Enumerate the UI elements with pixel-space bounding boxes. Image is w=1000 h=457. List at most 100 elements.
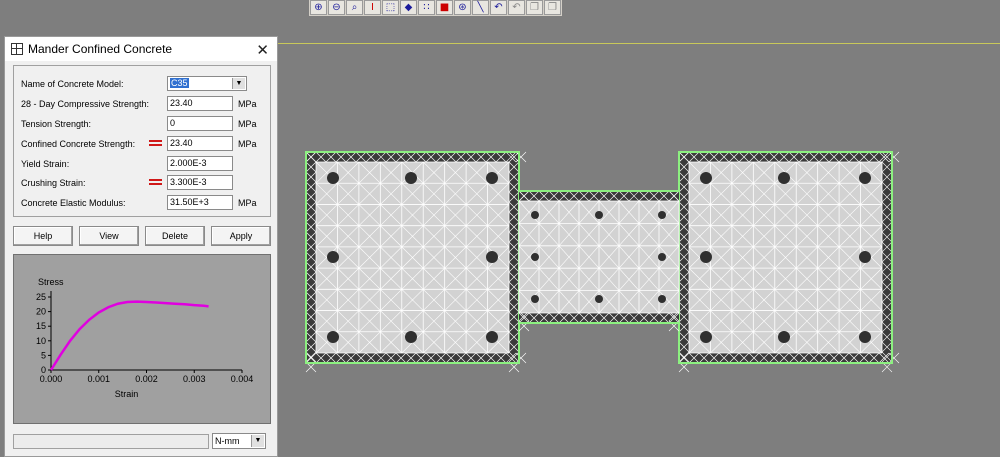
model-label: Name of Concrete Model: bbox=[21, 79, 124, 89]
rebar bbox=[327, 251, 339, 263]
rebar bbox=[700, 172, 712, 184]
rebar bbox=[486, 251, 498, 263]
yield-row: Yield Strain: 2.000E-3 bbox=[14, 155, 270, 175]
yield-input[interactable]: 2.000E-3 bbox=[167, 156, 233, 171]
confined-input[interactable]: 23.40 bbox=[167, 136, 233, 151]
bars-icon[interactable]: ⊛ bbox=[454, 0, 471, 15]
rebar bbox=[486, 331, 498, 343]
chart-svg: 05101520250.000 0.001 0.002 0.003 0.004Stres… bbox=[36, 277, 254, 399]
delete-button[interactable]: Delete bbox=[145, 226, 205, 246]
rebar bbox=[778, 172, 790, 184]
copy-icon[interactable]: ❐ bbox=[526, 0, 543, 15]
x-axis-label: Strain bbox=[115, 389, 139, 399]
rebar bbox=[658, 211, 666, 219]
confined-row: Confined Concrete Strength: 23.40 MPa bbox=[14, 135, 270, 155]
chevron-down-icon[interactable]: ▼ bbox=[251, 435, 264, 447]
arc-icon[interactable]: ↶ bbox=[490, 0, 507, 15]
crushing-row: Crushing Strain: 3.300E-3 bbox=[14, 174, 270, 194]
tension-unit: MPa bbox=[238, 119, 257, 129]
modulus-row: Concrete Elastic Modulus: 31.50E+3 MPa bbox=[14, 194, 270, 214]
tension-row: Tension Strength: 0 MPa bbox=[14, 115, 270, 135]
model-value: C35 bbox=[170, 78, 189, 88]
shape-icon[interactable]: ◆ bbox=[400, 0, 417, 15]
rebar bbox=[658, 295, 666, 303]
equals-icon[interactable] bbox=[149, 138, 162, 150]
title-bar[interactable]: Mander Confined Concrete ✕ bbox=[5, 37, 277, 61]
equals-icon[interactable] bbox=[149, 177, 162, 189]
line-icon[interactable]: ╲ bbox=[472, 0, 489, 15]
x-tick-label: 0.001 bbox=[87, 374, 110, 384]
modulus-label: Concrete Elastic Modulus: bbox=[21, 198, 126, 208]
units-select[interactable]: N-mm ▼ bbox=[212, 433, 266, 449]
compressive-unit: MPa bbox=[238, 99, 257, 109]
rebar bbox=[486, 172, 498, 184]
dialog-title: Mander Confined Concrete bbox=[28, 42, 173, 56]
view-button[interactable]: View bbox=[79, 226, 139, 246]
confined-label: Confined Concrete Strength: bbox=[21, 139, 136, 149]
zoom-out-icon[interactable]: ⊖ bbox=[328, 0, 345, 15]
rebar bbox=[327, 331, 339, 343]
undo-icon[interactable]: ↶ bbox=[508, 0, 525, 15]
window-icon bbox=[11, 43, 23, 55]
rebar bbox=[531, 295, 539, 303]
stress-strain-chart: 0 5 10 15 20 25 0.000 0.001 0.002 0.003 0.004 Stres… bbox=[13, 254, 271, 424]
x-tick-label: 0.000 bbox=[40, 374, 63, 384]
rebar bbox=[405, 172, 417, 184]
model-select[interactable]: C35 ▼ bbox=[167, 76, 247, 91]
units-value: N-mm bbox=[215, 436, 240, 446]
stress-strain-series-line bbox=[49, 300, 209, 371]
select-icon[interactable]: ⬚ bbox=[382, 0, 399, 15]
button-row: Help View Delete Apply bbox=[13, 226, 271, 246]
modulus-unit: MPa bbox=[238, 198, 257, 208]
chevron-down-icon[interactable]: ▼ bbox=[232, 78, 245, 89]
compressive-label: 28 - Day Compressive Strength: bbox=[21, 99, 150, 109]
color-icon[interactable]: ■ bbox=[436, 0, 453, 15]
help-button[interactable]: Help bbox=[13, 226, 73, 246]
tension-input[interactable]: 0 bbox=[167, 116, 233, 131]
rebar bbox=[700, 251, 712, 263]
close-icon[interactable]: ✕ bbox=[256, 41, 269, 59]
rebar bbox=[595, 211, 603, 219]
confined-unit: MPa bbox=[238, 139, 257, 149]
rebar bbox=[327, 172, 339, 184]
tension-label: Tension Strength: bbox=[21, 119, 92, 129]
rebar bbox=[658, 253, 666, 261]
rebar bbox=[531, 211, 539, 219]
x-tick-label: 0.004 bbox=[231, 374, 254, 384]
model-row: Name of Concrete Model: C35 ▼ bbox=[14, 75, 270, 95]
modulus-input[interactable]: 31.50E+3 bbox=[167, 195, 233, 210]
crushing-label: Crushing Strain: bbox=[21, 178, 86, 188]
zoom-window-icon[interactable]: ⌕ bbox=[346, 0, 363, 15]
section-canvas[interactable] bbox=[290, 140, 910, 380]
x-tick-label: 0.003 bbox=[183, 374, 206, 384]
toolbar: ⊕ ⊖ ⌕ I ⬚ ◆ ∷ ■ ⊛ ╲ ↶ ↶ ❐ ❐ bbox=[309, 0, 562, 16]
rebar bbox=[778, 331, 790, 343]
i-beam-icon[interactable]: I bbox=[364, 0, 381, 15]
properties-panel: Name of Concrete Model: C35 ▼ 28 - Day C… bbox=[13, 65, 271, 217]
paste-icon[interactable]: ❐ bbox=[544, 0, 561, 15]
yield-label: Yield Strain: bbox=[21, 159, 70, 169]
y-tick-label: 20 bbox=[36, 307, 46, 317]
crushing-input[interactable]: 3.300E-3 bbox=[167, 175, 233, 190]
y-tick-label: 10 bbox=[36, 336, 46, 346]
status-field bbox=[13, 434, 209, 449]
y-tick-label: 25 bbox=[36, 292, 46, 302]
y-tick-label: 5 bbox=[41, 350, 46, 360]
rebar bbox=[859, 251, 871, 263]
reference-line bbox=[278, 43, 1000, 44]
x-tick-label: 0.002 bbox=[135, 374, 158, 384]
zoom-in-icon[interactable]: ⊕ bbox=[310, 0, 327, 15]
compressive-row: 28 - Day Compressive Strength: 23.40 MPa bbox=[14, 95, 270, 115]
rebar bbox=[859, 331, 871, 343]
apply-button[interactable]: Apply bbox=[211, 226, 271, 246]
compressive-input[interactable]: 23.40 bbox=[167, 96, 233, 111]
y-axis-label: Stress bbox=[38, 277, 64, 287]
mander-concrete-dialog: Mander Confined Concrete ✕ Name of Concr… bbox=[4, 36, 278, 457]
rebar bbox=[531, 253, 539, 261]
rebar bbox=[595, 295, 603, 303]
rebar bbox=[859, 172, 871, 184]
y-tick-label: 15 bbox=[36, 321, 46, 331]
rebar bbox=[405, 331, 417, 343]
rebar bbox=[700, 331, 712, 343]
points-icon[interactable]: ∷ bbox=[418, 0, 435, 15]
